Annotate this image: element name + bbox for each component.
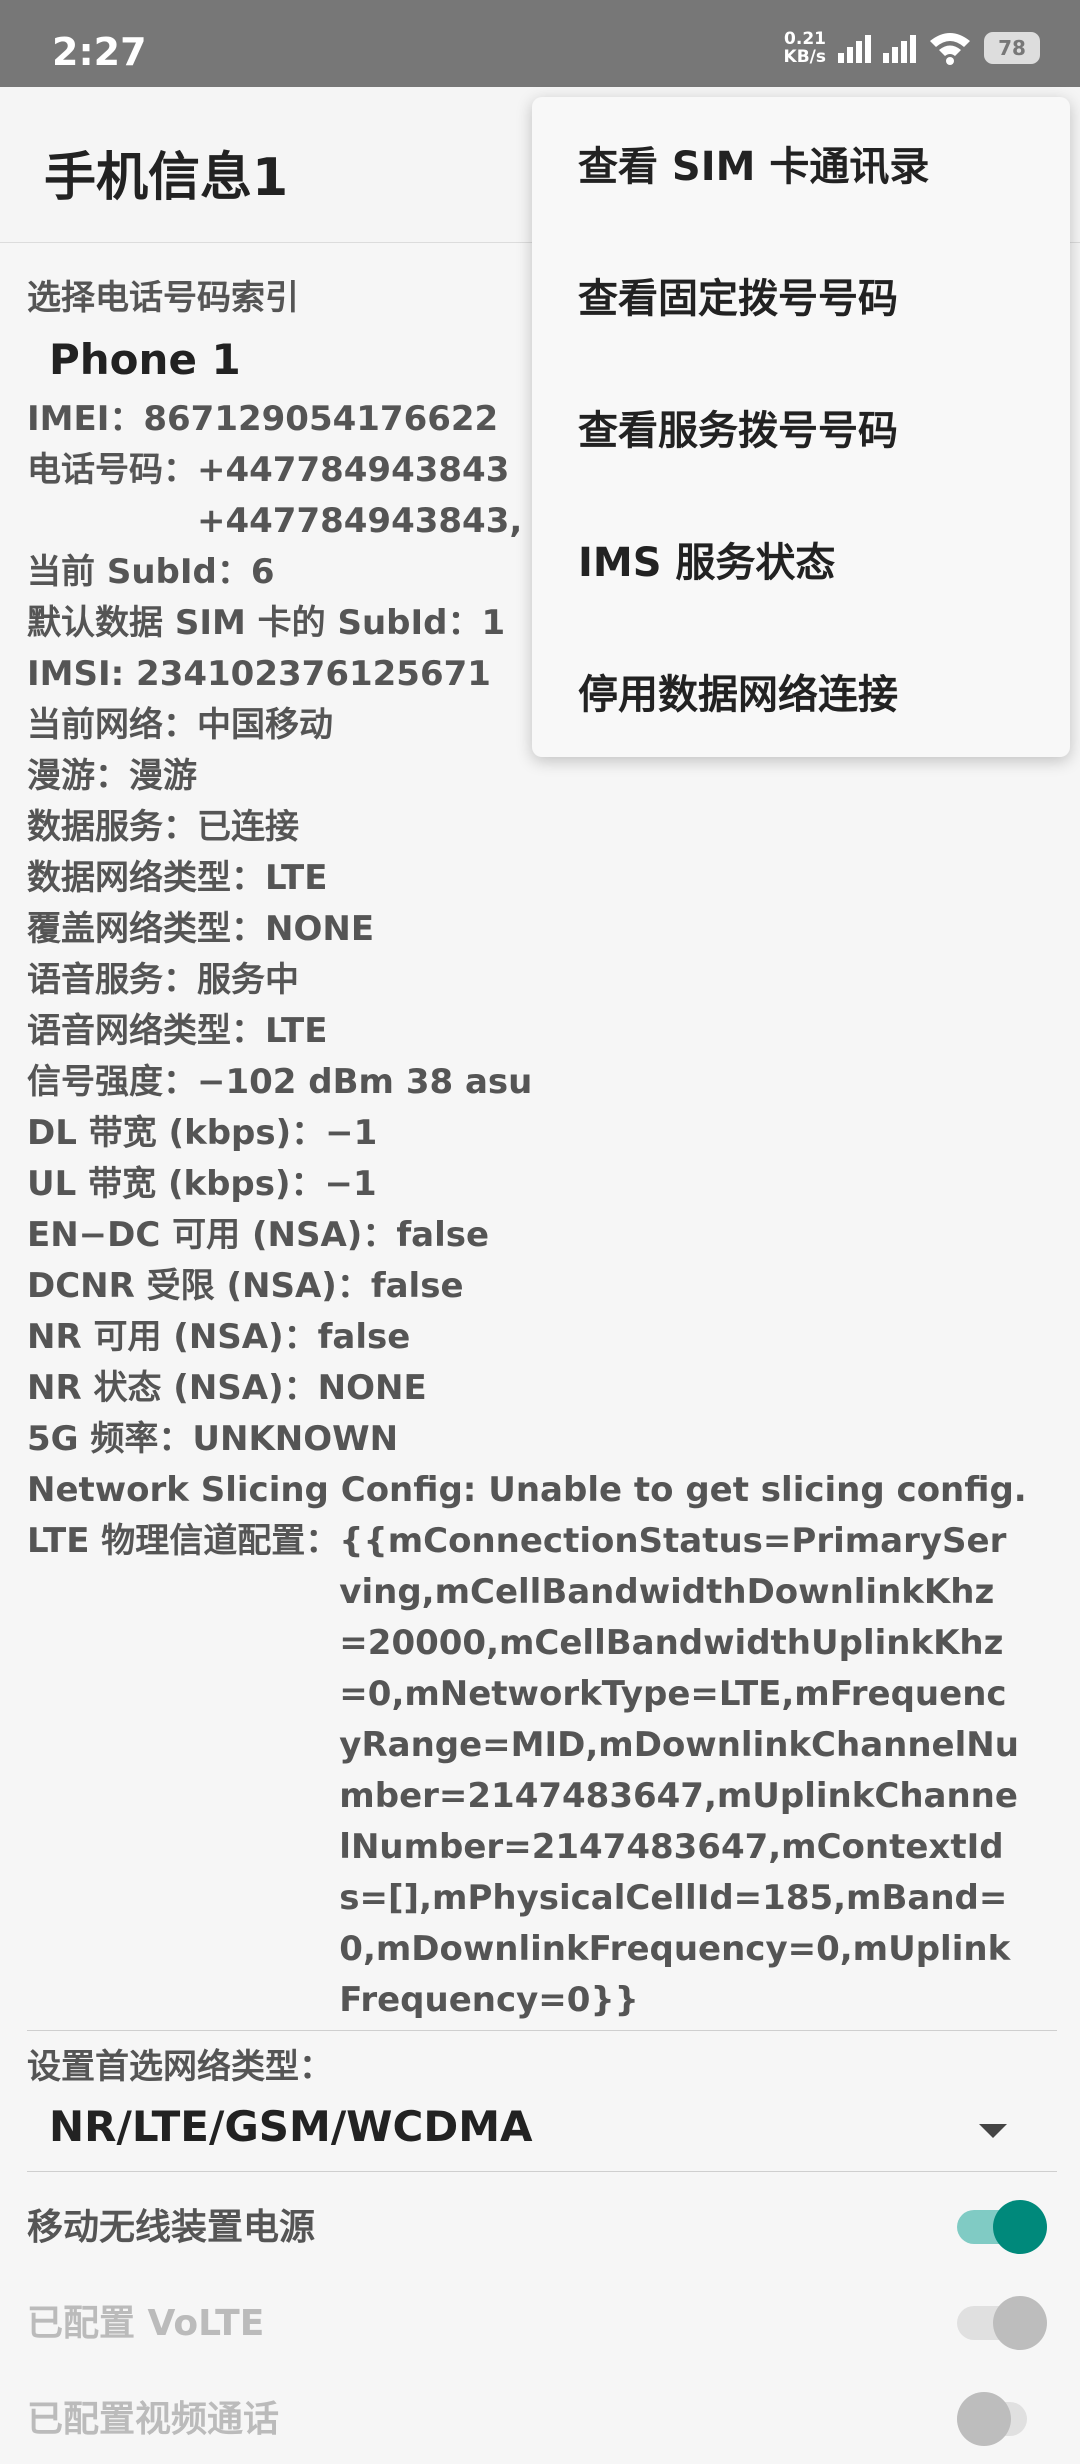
menu-item-disable-data[interactable]: 停用数据网络连接	[532, 625, 1070, 757]
video-calling-switch[interactable]	[957, 2392, 1047, 2446]
overflow-menu: 查看 SIM 卡通讯录 查看固定拨号号码 查看服务拨号号码 IMS 服务状态 停…	[532, 97, 1070, 757]
divider	[27, 2030, 1057, 2031]
phone-number-value: +447784943843,	[197, 501, 523, 541]
menu-item-service-dialing[interactable]: 查看服务拨号号码	[532, 361, 1070, 493]
roaming-signal-icon	[883, 33, 916, 63]
menu-item-sim-contacts[interactable]: 查看 SIM 卡通讯录	[532, 97, 1070, 229]
endc-available-row: EN−DC 可用 (NSA)：false	[27, 1215, 490, 1255]
phone-number-label: 电话号码：	[27, 450, 197, 490]
override-network-type-row: 覆盖网络类型：NONE	[27, 909, 375, 949]
voice-service-row: 语音服务：服务中	[27, 960, 299, 1000]
nr-state-row: NR 状态 (NSA)：NONE	[27, 1368, 427, 1408]
video-calling-label: 已配置视频通话	[27, 2399, 280, 2440]
roaming-row: 漫游：漫游	[27, 756, 197, 796]
data-network-type-row: 数据网络类型：LTE	[27, 858, 328, 898]
preferred-network-label: 设置首选网络类型：	[27, 2047, 333, 2087]
menu-item-ims-status[interactable]: IMS 服务状态	[532, 493, 1070, 625]
radio-power-toggle-row: 移动无线装置电源	[27, 2176, 1057, 2272]
dropdown-arrow-icon	[979, 2124, 1007, 2138]
signal-strength-row: 信号强度：−102 dBm 38 asu	[27, 1062, 533, 1102]
cellular-signal-icon	[838, 33, 871, 63]
preferred-network-value: NR/LTE/GSM/WCDMA	[49, 2102, 533, 2151]
status-time: 2:27	[52, 30, 147, 74]
battery-icon: 78	[984, 32, 1040, 64]
voice-network-type-row: 语音网络类型：LTE	[27, 1011, 328, 1051]
radio-power-label: 移动无线装置电源	[27, 2207, 316, 2248]
preferred-network-dropdown[interactable]: NR/LTE/GSM/WCDMA	[27, 2088, 1057, 2167]
volte-switch[interactable]	[957, 2296, 1047, 2350]
page-title: 手机信息1	[44, 148, 289, 208]
lte-config-value: {{mConnectionStatus=PrimaryServing,mCell…	[339, 1521, 1019, 2020]
dl-bandwidth-row: DL 带宽 (kbps)：−1	[27, 1113, 378, 1153]
phone-number-value: +447784943843	[197, 450, 510, 490]
lte-channel-config-row: LTE 物理信道配置： {{mConnectionStatus=PrimaryS…	[27, 1516, 1057, 2026]
video-calling-toggle-row: 已配置视频通话	[27, 2368, 1057, 2464]
divider	[27, 2171, 1057, 2172]
menu-item-fixed-dialing[interactable]: 查看固定拨号号码	[532, 229, 1070, 361]
radio-power-switch[interactable]	[957, 2200, 1047, 2254]
volte-label: 已配置 VoLTE	[27, 2303, 265, 2344]
network-speed: 0.21 KB/s	[783, 29, 826, 67]
lte-config-label: LTE 物理信道配置：	[27, 1521, 340, 1561]
frequency-5g-row: 5G 频率：UNKNOWN	[27, 1419, 399, 1459]
status-icons: 0.21 KB/s 78	[784, 30, 1040, 66]
ul-bandwidth-row: UL 带宽 (kbps)：−1	[27, 1164, 377, 1204]
network-slicing-row: Network Slicing Config: Unable to get sl…	[27, 1470, 1027, 1510]
volte-toggle-row: 已配置 VoLTE	[27, 2272, 1057, 2368]
data-service-row: 数据服务：已连接	[27, 807, 299, 847]
dcnr-restricted-row: DCNR 受限 (NSA)：false	[27, 1266, 464, 1306]
wifi-icon	[930, 33, 970, 65]
nr-available-row: NR 可用 (NSA)：false	[27, 1317, 411, 1357]
status-bar: 2:27 0.21 KB/s 78	[0, 0, 1080, 87]
